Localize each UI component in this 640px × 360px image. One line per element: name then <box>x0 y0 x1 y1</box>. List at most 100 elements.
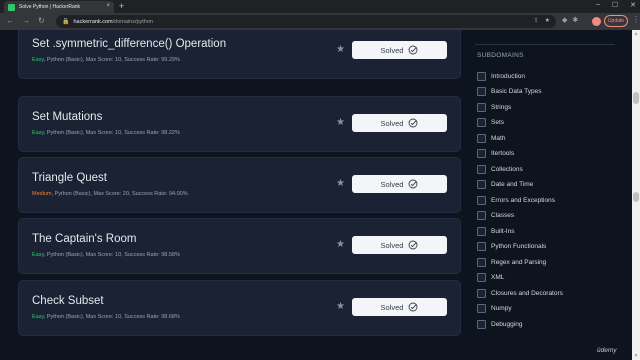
subdomain-label[interactable]: Built-Ins <box>491 228 514 235</box>
challenge-title[interactable]: Set Mutations <box>32 111 102 123</box>
scroll-up-arrow-icon[interactable]: ▲ <box>632 30 640 38</box>
browser-menu-icon[interactable]: ⋮ <box>632 15 640 24</box>
subdomain-checkbox[interactable] <box>477 242 486 251</box>
bookmark-star-icon[interactable]: ★ <box>336 117 345 128</box>
solved-button[interactable]: Solved <box>352 175 447 193</box>
tab-title: Solve Python | HackerRank <box>19 4 81 10</box>
new-tab-button[interactable]: + <box>119 1 124 12</box>
challenge-title[interactable]: The Captain's Room <box>32 233 136 245</box>
challenge-details: , Python (Basic), Max Score: 10, Success… <box>43 314 180 320</box>
subdomain-label[interactable]: XML <box>491 274 504 281</box>
subdomain-label[interactable]: Regex and Parsing <box>491 259 546 266</box>
bookmark-star-icon[interactable]: ★ <box>336 178 345 189</box>
tab-close-icon[interactable]: × <box>106 3 110 9</box>
page-scrollbar[interactable]: ▲ ▼ <box>632 30 640 360</box>
subdomain-label[interactable]: Date and Time <box>491 181 533 188</box>
subdomain-filter-item[interactable]: Introduction <box>477 71 525 81</box>
bookmark-star-icon[interactable]: ★ <box>336 239 345 250</box>
subdomain-label[interactable]: Basic Data Types <box>491 88 541 95</box>
reload-icon[interactable]: ↻ <box>38 16 45 26</box>
puzzle-icon[interactable]: ✱ <box>572 16 578 26</box>
browser-tab[interactable]: Solve Python | HackerRank × <box>4 1 114 13</box>
subdomain-label[interactable]: Classes <box>491 212 514 219</box>
subdomain-checkbox[interactable] <box>477 257 486 267</box>
subdomain-filter-item[interactable]: XML <box>477 273 504 283</box>
subdomain-label[interactable]: Numpy <box>491 305 512 312</box>
subdomain-checkbox[interactable] <box>477 304 486 313</box>
subdomain-label[interactable]: Itertools <box>491 150 514 157</box>
update-button[interactable]: Update <box>604 15 628 27</box>
subdomain-checkbox[interactable] <box>477 195 486 205</box>
subdomain-checkbox[interactable] <box>477 149 486 158</box>
bookmark-star-icon[interactable]: ★ <box>545 17 550 24</box>
subdomain-filter-item[interactable]: Basic Data Types <box>477 87 541 97</box>
subdomain-label[interactable]: Math <box>491 135 505 142</box>
solved-button[interactable]: Solved <box>352 114 447 132</box>
subdomain-checkbox[interactable] <box>477 288 486 298</box>
bookmark-star-icon[interactable]: ★ <box>336 44 345 55</box>
subdomain-filter-item[interactable]: Itertools <box>477 149 514 159</box>
subdomain-label[interactable]: Errors and Exceptions <box>491 197 555 204</box>
subdomain-filter-item[interactable]: Sets <box>477 118 504 128</box>
bookmark-star-icon[interactable]: ★ <box>336 301 345 312</box>
maximize-icon[interactable]: ☐ <box>612 1 618 9</box>
subdomain-label[interactable]: Introduction <box>491 73 525 80</box>
subdomain-label[interactable]: Closures and Decorators <box>491 290 563 297</box>
extension-icon[interactable]: ◆ <box>562 16 567 26</box>
subdomain-filter-item[interactable]: Strings <box>477 102 511 112</box>
back-icon[interactable]: ← <box>6 16 14 26</box>
subdomain-checkbox[interactable] <box>477 102 486 112</box>
solved-button[interactable]: Solved <box>352 41 447 59</box>
scrollbar-thumb-marker[interactable] <box>633 192 639 202</box>
close-window-icon[interactable]: ✕ <box>630 1 636 9</box>
subdomain-filter-item[interactable]: Debugging <box>477 319 522 329</box>
subdomain-checkbox[interactable] <box>477 180 486 189</box>
forward-icon[interactable]: → <box>22 16 30 26</box>
scroll-down-arrow-icon[interactable]: ▼ <box>632 352 640 360</box>
challenge-card[interactable]: Check Subset Easy, Python (Basic), Max S… <box>18 280 461 336</box>
subdomain-label[interactable]: Python Functionals <box>491 243 546 250</box>
check-circle-icon <box>409 45 418 55</box>
subdomain-checkbox[interactable] <box>477 118 486 127</box>
subdomain-filter-item[interactable]: Numpy <box>477 304 512 314</box>
subdomain-checkbox[interactable] <box>477 133 486 143</box>
scrollbar-thumb[interactable] <box>633 92 639 104</box>
challenge-card[interactable]: Set Mutations Easy, Python (Basic), Max … <box>18 96 461 152</box>
challenge-title[interactable]: Check Subset <box>32 295 104 307</box>
subdomain-filter-item[interactable]: Date and Time <box>477 180 533 190</box>
challenge-card[interactable]: The Captain's Room Easy, Python (Basic),… <box>18 218 461 274</box>
solved-button[interactable]: Solved <box>352 298 447 316</box>
challenge-card[interactable]: Set .symmetric_difference() Operation Ea… <box>18 30 461 79</box>
difficulty-label: Easy <box>32 252 44 258</box>
challenge-meta: Easy, Python (Basic), Max Score: 10, Suc… <box>32 314 180 320</box>
address-bar[interactable]: 🔒 hackerrank.com /domains/python ⇪ ★ <box>56 15 556 28</box>
challenge-title[interactable]: Set .symmetric_difference() Operation <box>32 38 226 50</box>
subdomain-filter-item[interactable]: Built-Ins <box>477 226 514 236</box>
subdomain-label[interactable]: Debugging <box>491 321 522 328</box>
subdomain-checkbox[interactable] <box>477 71 486 81</box>
lock-icon[interactable]: 🔒 <box>62 18 69 25</box>
subdomain-label[interactable]: Sets <box>491 119 504 126</box>
subdomain-label[interactable]: Collections <box>491 166 523 173</box>
subdomain-filter-item[interactable]: Classes <box>477 211 514 221</box>
subdomain-filter-item[interactable]: Python Functionals <box>477 242 546 252</box>
subdomain-checkbox[interactable] <box>477 319 486 329</box>
challenge-card[interactable]: Triangle Quest Medium, Python (Basic), M… <box>18 157 461 213</box>
subdomain-filter-item[interactable]: Regex and Parsing <box>477 257 546 267</box>
subdomain-checkbox[interactable] <box>477 226 486 236</box>
solved-button[interactable]: Solved <box>352 236 447 254</box>
subdomain-checkbox[interactable] <box>477 87 486 96</box>
subdomain-checkbox[interactable] <box>477 273 486 282</box>
subdomain-checkbox[interactable] <box>477 164 486 174</box>
subdomain-filter-item[interactable]: Collections <box>477 164 523 174</box>
minimize-icon[interactable]: – <box>596 1 600 9</box>
challenge-title[interactable]: Triangle Quest <box>32 172 107 184</box>
subdomain-label[interactable]: Strings <box>491 104 511 111</box>
subdomain-filter-item[interactable]: Closures and Decorators <box>477 288 563 298</box>
subdomain-filter-item[interactable]: Errors and Exceptions <box>477 195 555 205</box>
profile-avatar[interactable] <box>592 17 601 26</box>
subdomain-filter-item[interactable]: Math <box>477 133 505 143</box>
nav-buttons: ← → ↻ <box>6 16 45 26</box>
subdomain-checkbox[interactable] <box>477 211 486 220</box>
share-icon[interactable]: ⇪ <box>534 17 539 24</box>
